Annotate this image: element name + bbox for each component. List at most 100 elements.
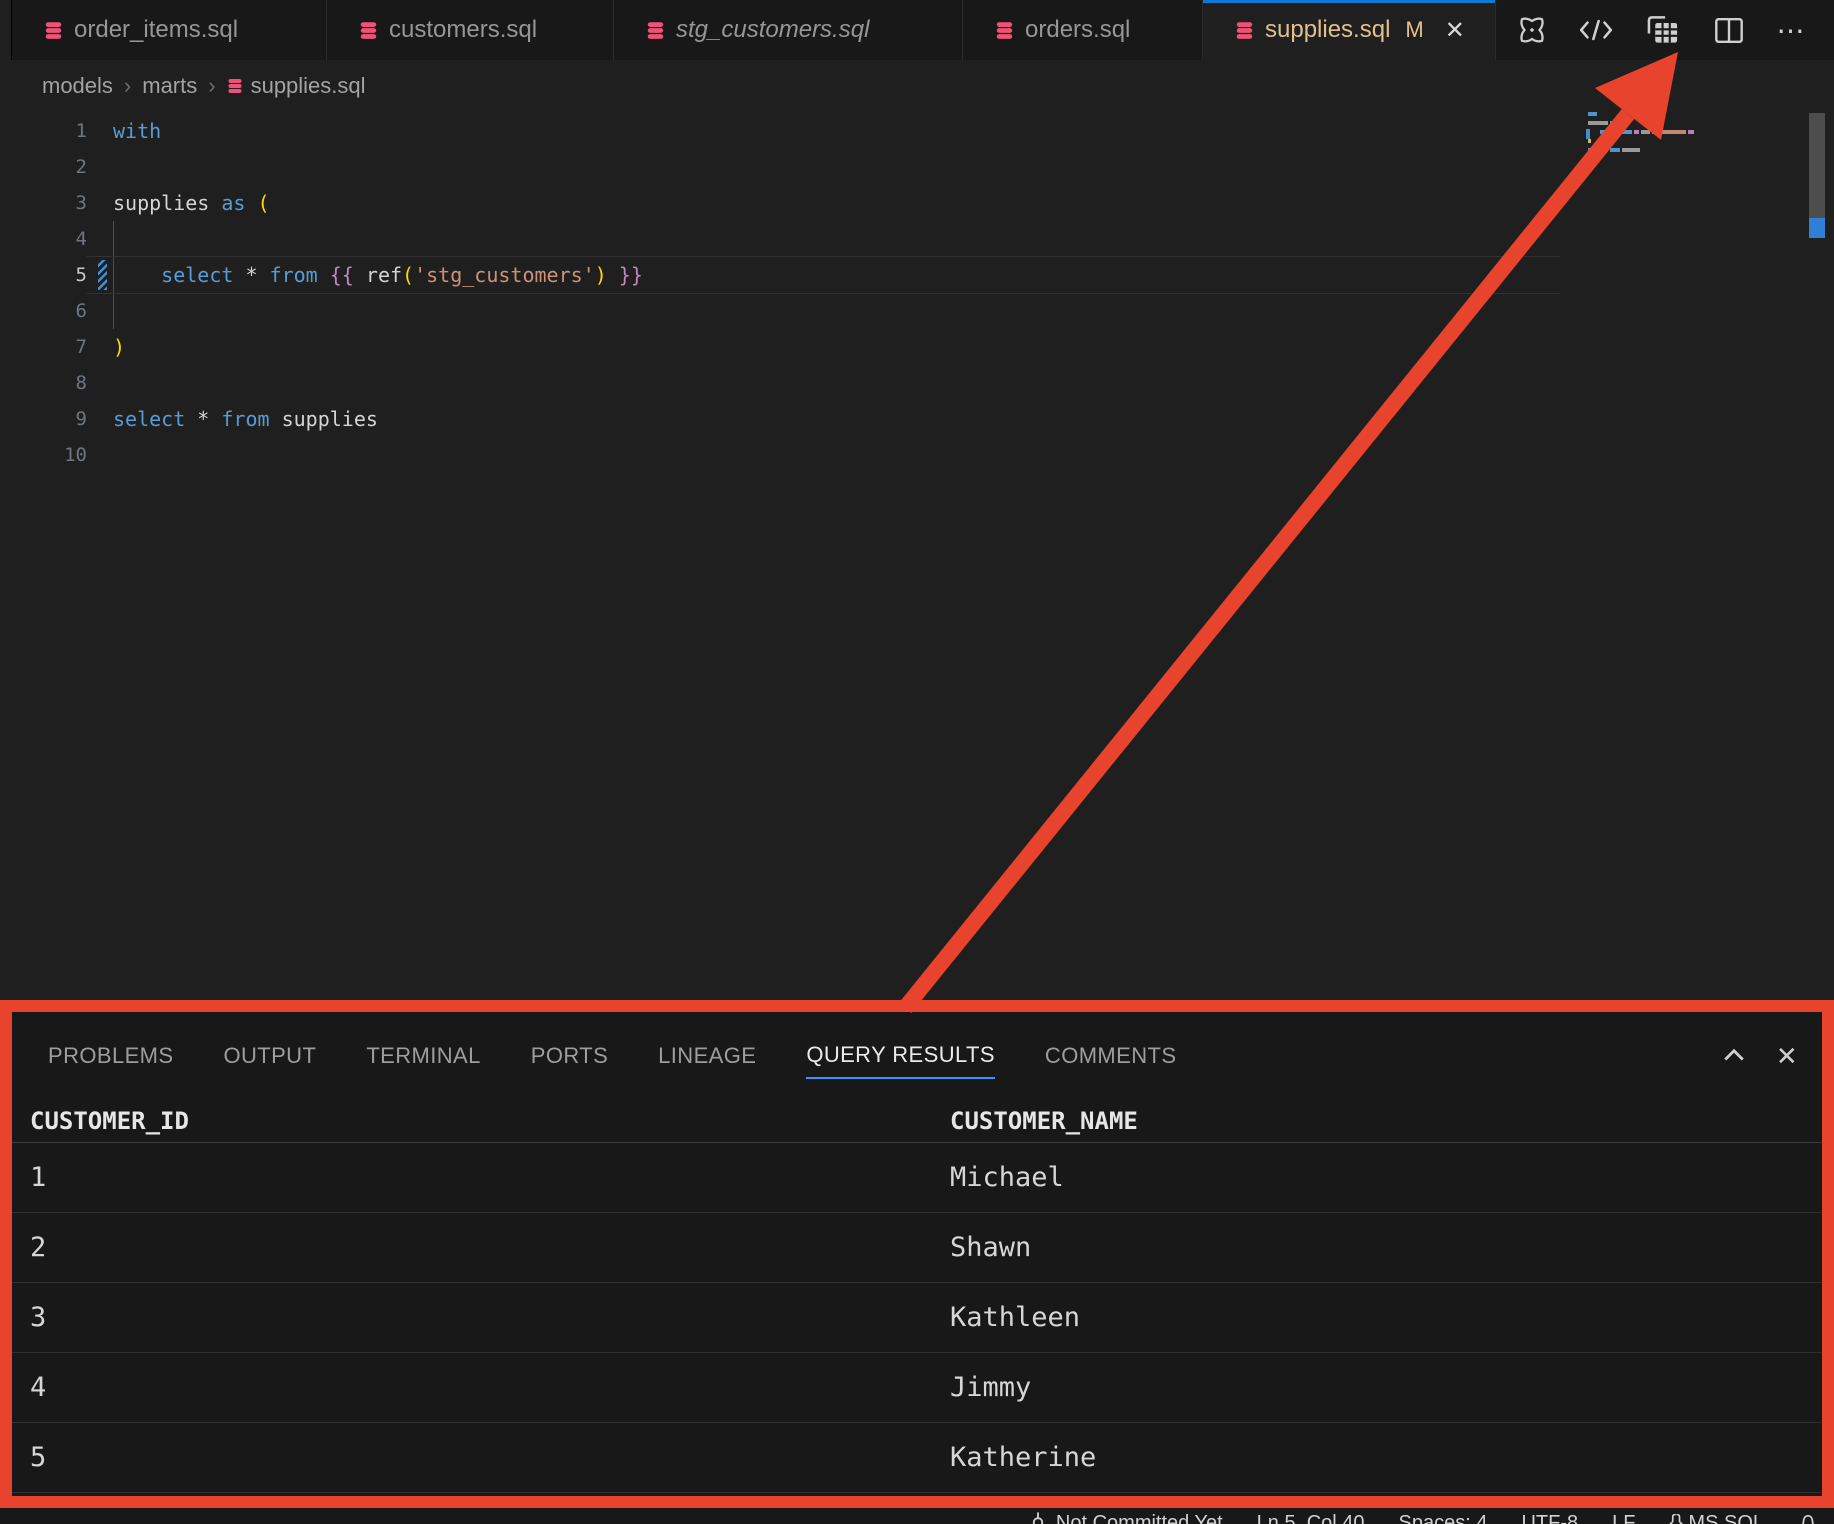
editor-actions-toolbar: ⋯ (1516, 0, 1834, 60)
table-row[interactable]: 1Michael (12, 1143, 1822, 1213)
more-actions-icon[interactable]: ⋯ (1776, 14, 1806, 47)
line-number: 5 (0, 257, 87, 293)
table-row[interactable]: 5Katherine (12, 1423, 1822, 1493)
breadcrumb-separator: › (208, 73, 215, 99)
breadcrumb-file-label: supplies.sql (251, 73, 366, 99)
status-item-label: Ln 5, Col 40 (1257, 1511, 1365, 1524)
panel-tab-comments[interactable]: COMMENTS (1045, 1035, 1177, 1078)
tab-label: order_items.sql (74, 16, 238, 44)
cell: 4 (30, 1372, 950, 1403)
code-line-9: 9select * from supplies (0, 401, 1560, 437)
panel-tab-terminal[interactable]: TERMINAL (366, 1035, 480, 1078)
database-icon (995, 21, 1014, 40)
code-line-4: 4 (0, 221, 1560, 257)
cell: 1 (30, 1162, 950, 1193)
breadcrumb-item-marts[interactable]: marts (142, 73, 197, 99)
panel-tab-ports[interactable]: PORTS (531, 1035, 608, 1078)
line-number: 10 (0, 437, 87, 473)
status-item-ms-sql[interactable]: {} MS SQL (1670, 1511, 1765, 1524)
status-item-ln-5-col-40[interactable]: Ln 5, Col 40 (1257, 1511, 1365, 1524)
overview-ruler-modified-marker (1809, 218, 1825, 238)
bottom-panel-annotation-frame: PROBLEMS OUTPUT TERMINAL PORTS LINEAGE QUERY … (0, 1000, 1834, 1508)
bell-icon (1798, 1511, 1818, 1524)
panel-tab-bar: PROBLEMS OUTPUT TERMINAL PORTS LINEAGE QUERY … (12, 1012, 1822, 1100)
editor-tab-stg-customers-sql[interactable]: stg_customers.sql (614, 0, 963, 60)
database-icon (44, 21, 63, 40)
tab-label: stg_customers.sql (676, 16, 869, 44)
panel-tab-problems[interactable]: PROBLEMS (48, 1035, 173, 1078)
close-tab-icon[interactable]: ✕ (1445, 16, 1465, 45)
status-item-label: UTF-8 (1521, 1511, 1578, 1524)
cell: 3 (30, 1302, 950, 1333)
minimap-line (1600, 130, 1696, 134)
table-row[interactable]: 4Jimmy (12, 1353, 1822, 1423)
cell: Kathleen (950, 1302, 1822, 1333)
close-panel-icon[interactable]: ✕ (1776, 1041, 1798, 1072)
breadcrumb-item-models[interactable]: models (42, 73, 113, 99)
panel-tabs: PROBLEMS OUTPUT TERMINAL PORTS LINEAGE QUERY … (48, 1034, 1176, 1079)
database-icon (227, 78, 243, 94)
status-item-lf[interactable]: LF (1612, 1511, 1635, 1524)
editor-tab-bar: order_items.sql customers.sql stg_customer… (0, 0, 1834, 60)
status-item-bell-icon[interactable] (1798, 1511, 1818, 1524)
code-text: select * from {{ ref('stg_customers') }} (113, 257, 643, 293)
code-line-3: 3supplies as ( (0, 185, 1560, 221)
column-header-customer-name: CUSTOMER_NAME (950, 1107, 1822, 1135)
tab-label: orders.sql (1025, 16, 1130, 44)
line-number: 6 (0, 293, 87, 329)
code-editor[interactable]: 1with23supplies as (45 select * from {{ … (0, 113, 1560, 473)
minimap-line (1588, 139, 1593, 143)
code-line-10: 10 (0, 437, 1560, 473)
cell: Michael (950, 1162, 1822, 1193)
editor-tabs: order_items.sql customers.sql stg_customer… (12, 0, 1496, 60)
cell: Shawn (950, 1232, 1822, 1263)
status-item-label: LF (1612, 1511, 1635, 1524)
status-item-label: Spaces: 4 (1399, 1511, 1488, 1524)
status-item-not-committed-yet[interactable]: Not Committed Yet (1028, 1511, 1223, 1524)
code-line-2: 2 (0, 149, 1560, 185)
line-number: 4 (0, 221, 87, 257)
minimap-modified-marker (1586, 129, 1590, 139)
git-commit-icon (1028, 1511, 1048, 1524)
panel-header-icons: ✕ (1720, 1012, 1798, 1100)
table-row[interactable]: 2Shawn (12, 1213, 1822, 1283)
breadcrumb-item-file[interactable]: supplies.sql (227, 73, 366, 99)
cell: Jimmy (950, 1372, 1822, 1403)
collapse-panel-icon[interactable] (1720, 1042, 1748, 1070)
panel-tab-lineage[interactable]: LINEAGE (658, 1035, 756, 1078)
cell: 2 (30, 1232, 950, 1263)
vscode-window: order_items.sql customers.sql stg_customer… (0, 0, 1834, 1524)
editor-tab-orders-sql[interactable]: orders.sql (963, 0, 1203, 60)
panel-tab-output[interactable]: OUTPUT (223, 1035, 316, 1078)
line-number: 2 (0, 149, 87, 185)
table-row[interactable]: 3Kathleen (12, 1283, 1822, 1353)
query-results-icon[interactable] (1644, 12, 1682, 48)
status-bar: Not Committed Yet Ln 5, Col 40 Spaces: 4 UT… (0, 1508, 1834, 1524)
status-item-label: Not Committed Yet (1056, 1511, 1223, 1524)
panel-tab-query-results[interactable]: QUERY RESULTS (806, 1034, 995, 1079)
results-table-body: 1Michael2Shawn3Kathleen4Jimmy5Katherine (12, 1143, 1822, 1493)
editor-tab-order-items-sql[interactable]: order_items.sql (12, 0, 327, 60)
line-number: 8 (0, 365, 87, 401)
tab-label: supplies.sql (1265, 16, 1390, 44)
line-number: 1 (0, 113, 87, 149)
code-text: ) (113, 329, 125, 365)
column-header-customer-id: CUSTOMER_ID (30, 1107, 950, 1135)
modified-badge: M (1405, 17, 1423, 43)
dbt-icon[interactable] (1516, 14, 1548, 46)
code-preview-icon[interactable] (1578, 16, 1614, 44)
database-icon (646, 21, 665, 40)
results-table-header: CUSTOMER_IDCUSTOMER_NAME (12, 1100, 1822, 1143)
editor-tab-customers-sql[interactable]: customers.sql (327, 0, 614, 60)
line-number: 9 (0, 401, 87, 437)
minimap[interactable] (1588, 108, 1798, 168)
code-line-7: 7) (0, 329, 1560, 365)
split-editor-icon[interactable] (1712, 15, 1746, 46)
status-item-utf-8[interactable]: UTF-8 (1521, 1511, 1578, 1524)
code-line-5: 5 select * from {{ ref('stg_customers') … (0, 257, 1560, 293)
line-number: 7 (0, 329, 87, 365)
editor-tab-supplies-sql[interactable]: supplies.sql M ✕ (1203, 0, 1496, 60)
code-line-8: 8 (0, 365, 1560, 401)
status-item-spaces-4[interactable]: Spaces: 4 (1399, 1511, 1488, 1524)
scrollbar-thumb[interactable] (1809, 113, 1825, 218)
